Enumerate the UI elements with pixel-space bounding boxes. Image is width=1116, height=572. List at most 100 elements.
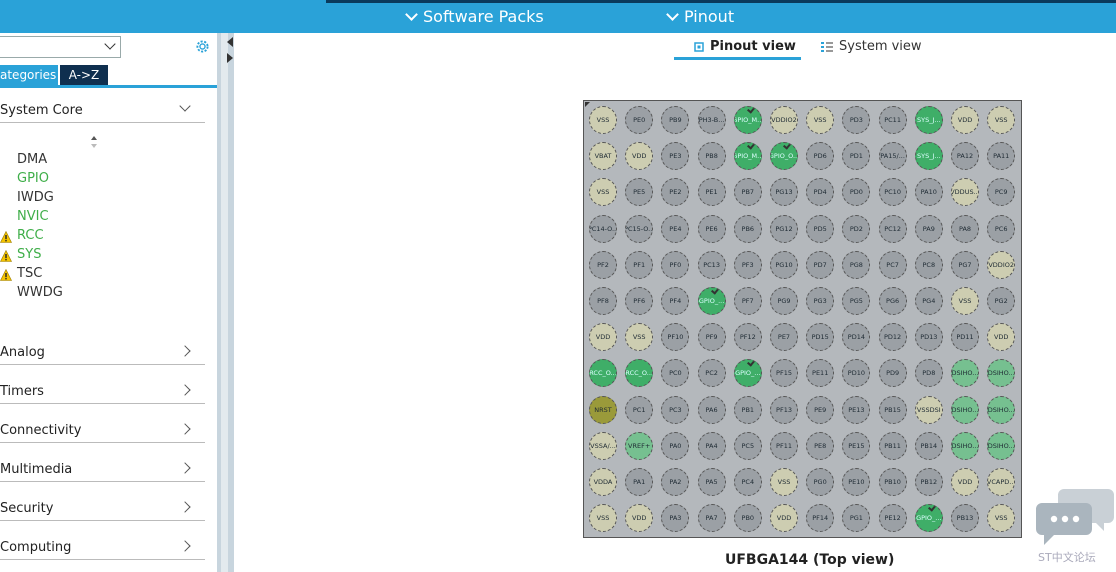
sort-icon[interactable] xyxy=(90,135,98,149)
pin-2-10[interactable]: VDDUS... xyxy=(951,178,979,207)
pin-0-0[interactable]: VSS xyxy=(589,106,617,134)
pin-10-0[interactable]: VDDA xyxy=(589,468,617,496)
category-multimedia[interactable]: Multimedia xyxy=(0,462,205,482)
sidebar-item-sys[interactable]: SYS xyxy=(17,247,41,262)
pin-11-11[interactable]: VSS xyxy=(987,504,1016,533)
pin-5-1[interactable]: PF6 xyxy=(625,287,654,315)
pin-8-7[interactable]: PE13 xyxy=(842,395,871,424)
pin-5-10[interactable]: VSS xyxy=(951,287,979,315)
pin-11-8[interactable]: PE12 xyxy=(878,504,907,533)
pin-4-0[interactable]: PF2 xyxy=(589,250,617,279)
pin-0-3[interactable]: PH3-B... xyxy=(697,106,726,134)
pin-3-1[interactable]: PC15-O... xyxy=(625,214,654,243)
pin-2-5[interactable]: PG13 xyxy=(770,178,798,207)
pin-0-5[interactable]: VDDIO2 xyxy=(770,106,798,134)
pin-9-5[interactable]: PF11 xyxy=(770,431,798,460)
pin-9-4[interactable]: PC5 xyxy=(733,431,762,460)
pin-0-6[interactable]: VSS xyxy=(806,106,835,134)
pin-6-5[interactable]: PE7 xyxy=(770,323,798,352)
pin-10-3[interactable]: PA5 xyxy=(697,468,726,496)
pin-9-11[interactable]: DSIHO... xyxy=(987,431,1016,460)
pin-2-11[interactable]: PC9 xyxy=(987,178,1016,207)
tab-a-z[interactable]: A->Z xyxy=(60,65,108,85)
pin-0-1[interactable]: PE0 xyxy=(625,106,654,134)
pin-2-4[interactable]: PB7 xyxy=(733,178,762,207)
pin-0-8[interactable]: PC11 xyxy=(878,106,907,134)
pin-7-1[interactable]: RCC_O... xyxy=(625,359,654,388)
pin-7-11[interactable]: DSIHO... xyxy=(987,359,1016,388)
pin-1-3[interactable]: PB8 xyxy=(697,142,726,171)
pin-1-4[interactable]: GPIO_M... xyxy=(733,142,762,171)
pin-6-8[interactable]: PD12 xyxy=(878,323,907,352)
pin-5-4[interactable]: PF7 xyxy=(733,287,762,315)
pin-1-1[interactable]: VDD xyxy=(625,142,654,171)
pin-6-7[interactable]: PD14 xyxy=(842,323,871,352)
pin-2-1[interactable]: PE5 xyxy=(625,178,654,207)
pin-10-10[interactable]: VDD xyxy=(951,468,979,496)
pin-9-8[interactable]: PB11 xyxy=(878,431,907,460)
sidebar-item-iwdg[interactable]: IWDG xyxy=(17,190,54,205)
pin-8-0[interactable]: NRST xyxy=(589,395,617,424)
pin-10-11[interactable]: VCAPD... xyxy=(987,468,1016,496)
pin-1-5[interactable]: GPIO_O... xyxy=(770,142,798,171)
pin-5-5[interactable]: PG9 xyxy=(770,287,798,315)
pin-2-2[interactable]: PE2 xyxy=(661,178,690,207)
pin-4-4[interactable]: PF3 xyxy=(733,250,762,279)
pin-9-1[interactable]: VREF+ xyxy=(625,431,654,460)
expand-right-icon[interactable] xyxy=(227,53,233,63)
sidebar-item-dma[interactable]: DMA xyxy=(17,152,47,167)
category-system-core[interactable]: System Core xyxy=(0,100,205,123)
tab-pinout-view[interactable]: Pinout view xyxy=(693,39,796,54)
pin-11-7[interactable]: PG1 xyxy=(842,504,871,533)
pin-3-4[interactable]: PB6 xyxy=(733,214,762,243)
pin-6-2[interactable]: PF10 xyxy=(661,323,690,352)
pin-4-2[interactable]: PF0 xyxy=(661,250,690,279)
pin-2-9[interactable]: PA10 xyxy=(914,178,943,207)
pin-7-0[interactable]: RCC_O... xyxy=(589,359,617,388)
sidebar-item-tsc[interactable]: TSC xyxy=(17,266,42,281)
pin-9-3[interactable]: PA4 xyxy=(697,431,726,460)
gear-icon[interactable] xyxy=(194,38,211,55)
pin-3-11[interactable]: PC6 xyxy=(987,214,1016,243)
category-computing[interactable]: Computing xyxy=(0,540,205,560)
tab-system-view[interactable]: System view xyxy=(820,39,922,54)
pin-8-1[interactable]: PC1 xyxy=(625,395,654,424)
pin-7-2[interactable]: PC0 xyxy=(661,359,690,388)
pin-11-3[interactable]: PA7 xyxy=(697,504,726,533)
pin-4-3[interactable]: PC13 xyxy=(697,250,726,279)
pin-0-10[interactable]: VDD xyxy=(951,106,979,134)
pin-4-6[interactable]: PD7 xyxy=(806,250,835,279)
pin-6-4[interactable]: PF12 xyxy=(733,323,762,352)
pin-1-11[interactable]: PA11 xyxy=(987,142,1016,171)
pin-4-5[interactable]: PG10 xyxy=(770,250,798,279)
pin-11-9[interactable]: GPIO_... xyxy=(914,504,943,533)
pin-10-9[interactable]: PB12 xyxy=(914,468,943,496)
pin-10-4[interactable]: PC4 xyxy=(733,468,762,496)
pin-8-6[interactable]: PE9 xyxy=(806,395,835,424)
sidebar-item-rcc[interactable]: RCC xyxy=(17,228,44,243)
pin-3-9[interactable]: PA9 xyxy=(914,214,943,243)
pin-5-3[interactable]: GPIO_... xyxy=(697,287,726,315)
pin-5-2[interactable]: PF4 xyxy=(661,287,690,315)
pin-5-6[interactable]: PG3 xyxy=(806,287,835,315)
pin-11-10[interactable]: PB13 xyxy=(951,504,979,533)
pin-2-0[interactable]: VSS xyxy=(589,178,617,207)
pin-1-8[interactable]: PA15/... xyxy=(878,142,907,171)
pin-0-2[interactable]: PB9 xyxy=(661,106,690,134)
pin-1-10[interactable]: PA12 xyxy=(951,142,979,171)
pin-11-1[interactable]: VDD xyxy=(625,504,654,533)
pin-5-7[interactable]: PG5 xyxy=(842,287,871,315)
pin-11-2[interactable]: PA3 xyxy=(661,504,690,533)
tab-categories[interactable]: ategories xyxy=(0,65,58,85)
pin-1-2[interactable]: PE3 xyxy=(661,142,690,171)
pin-8-5[interactable]: PF13 xyxy=(770,395,798,424)
pin-9-2[interactable]: PA0 xyxy=(661,431,690,460)
pin-9-6[interactable]: PE8 xyxy=(806,431,835,460)
pin-9-0[interactable]: VSSA/... xyxy=(589,431,617,460)
menu-pinout[interactable]: Pinout xyxy=(666,7,734,26)
pin-11-5[interactable]: VDD xyxy=(770,504,798,533)
pin-3-0[interactable]: PC14-O... xyxy=(589,214,617,243)
pin-10-8[interactable]: PB10 xyxy=(878,468,907,496)
pin-11-0[interactable]: VSS xyxy=(589,504,617,533)
pin-0-9[interactable]: SYS_J... xyxy=(914,106,943,134)
